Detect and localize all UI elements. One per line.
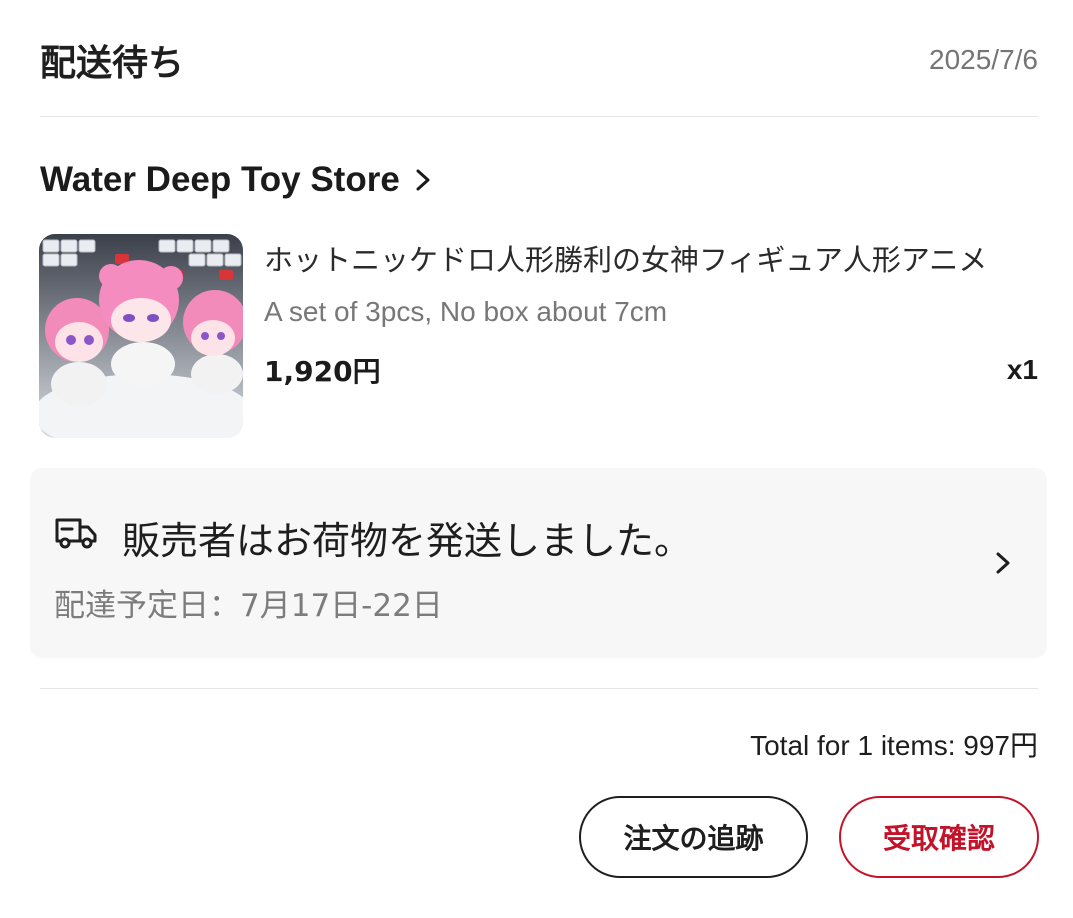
store-link[interactable]: Water Deep Toy Store xyxy=(40,152,434,208)
order-date: 2025/7/6 xyxy=(929,44,1038,75)
shipping-status-card[interactable]: 販売者はお荷物を発送しました。 配達予定日：7月17日-22日 xyxy=(30,468,1047,658)
chevron-right-icon xyxy=(993,548,1013,578)
shipping-status-text: 販売者はお荷物を発送しました。 xyxy=(122,519,693,563)
product-info[interactable]: ホットニッケドロ人形勝利の女神フィギュア人形アニメ A set of 3pcs,… xyxy=(264,236,1038,390)
chevron-right-icon xyxy=(412,165,434,195)
price-row: 1,920円 x1 xyxy=(264,350,1038,390)
product-quantity: x1 xyxy=(1006,354,1038,385)
order-total: Total for 1 items: 997円 xyxy=(750,730,1038,761)
truck-icon xyxy=(54,514,98,552)
summary-divider xyxy=(40,688,1038,689)
track-order-button[interactable]: 注文の追跡 xyxy=(579,796,808,878)
order-status-title: 配送待ち xyxy=(40,43,185,84)
product-price: 1,920円 xyxy=(264,355,381,388)
store-name: Water Deep Toy Store xyxy=(40,160,400,199)
product-image[interactable] xyxy=(39,234,243,438)
confirm-receipt-button[interactable]: 受取確認 xyxy=(839,796,1039,878)
product-title: ホットニッケドロ人形勝利の女神フィギュア人形アニメ xyxy=(264,243,988,277)
order-header: 配送待ち 2025/7/6 xyxy=(40,30,1038,90)
estimated-delivery: 配達予定日：7月17日-22日 xyxy=(54,588,443,624)
product-variant: A set of 3pcs, No box about 7cm xyxy=(264,296,668,327)
header-divider xyxy=(40,116,1038,117)
